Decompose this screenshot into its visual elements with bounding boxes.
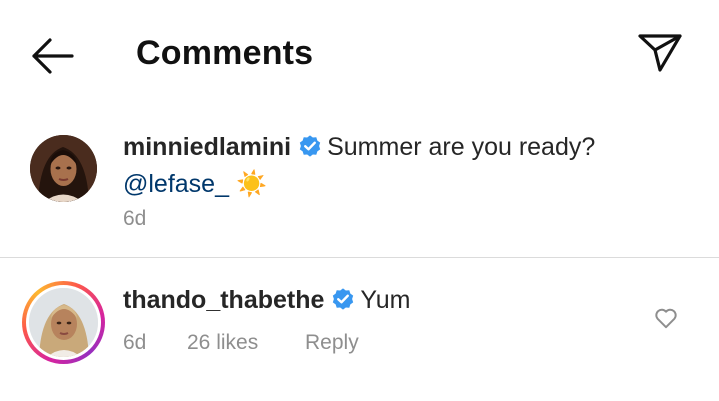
comment-age: 6d xyxy=(123,331,147,354)
paper-plane-icon xyxy=(638,34,682,72)
comment-body: Yum xyxy=(360,286,411,314)
caption-text: minniedlamini Summer are you ready? @lefa… xyxy=(123,131,683,201)
header-bar: Comments xyxy=(0,0,719,108)
verified-badge-icon xyxy=(330,286,356,321)
divider xyxy=(0,257,719,258)
share-button[interactable] xyxy=(636,30,684,74)
page-title: Comments xyxy=(136,34,314,72)
comment-username[interactable]: thando_thabethe xyxy=(123,286,324,314)
avatar[interactable] xyxy=(30,135,97,202)
caption-username[interactable]: minniedlamini xyxy=(123,133,291,161)
arrow-left-icon xyxy=(32,38,74,74)
mention-link[interactable]: @lefase_ xyxy=(123,170,229,198)
caption-body: Summer are you ready? xyxy=(327,133,596,161)
back-button[interactable] xyxy=(28,36,78,76)
caption-age: 6d xyxy=(123,207,147,230)
verified-badge-icon xyxy=(297,133,323,168)
profile-photo xyxy=(29,288,98,357)
reply-button[interactable]: Reply xyxy=(305,331,359,355)
comment-text: thando_thabethe Yum xyxy=(123,284,410,321)
like-button[interactable] xyxy=(653,305,679,331)
sun-emoji: ☀️ xyxy=(235,170,268,198)
comment-likes-link[interactable]: 26 likes xyxy=(187,331,258,355)
avatar[interactable] xyxy=(29,288,98,357)
heart-outline-icon xyxy=(655,308,677,329)
profile-photo xyxy=(30,135,97,202)
